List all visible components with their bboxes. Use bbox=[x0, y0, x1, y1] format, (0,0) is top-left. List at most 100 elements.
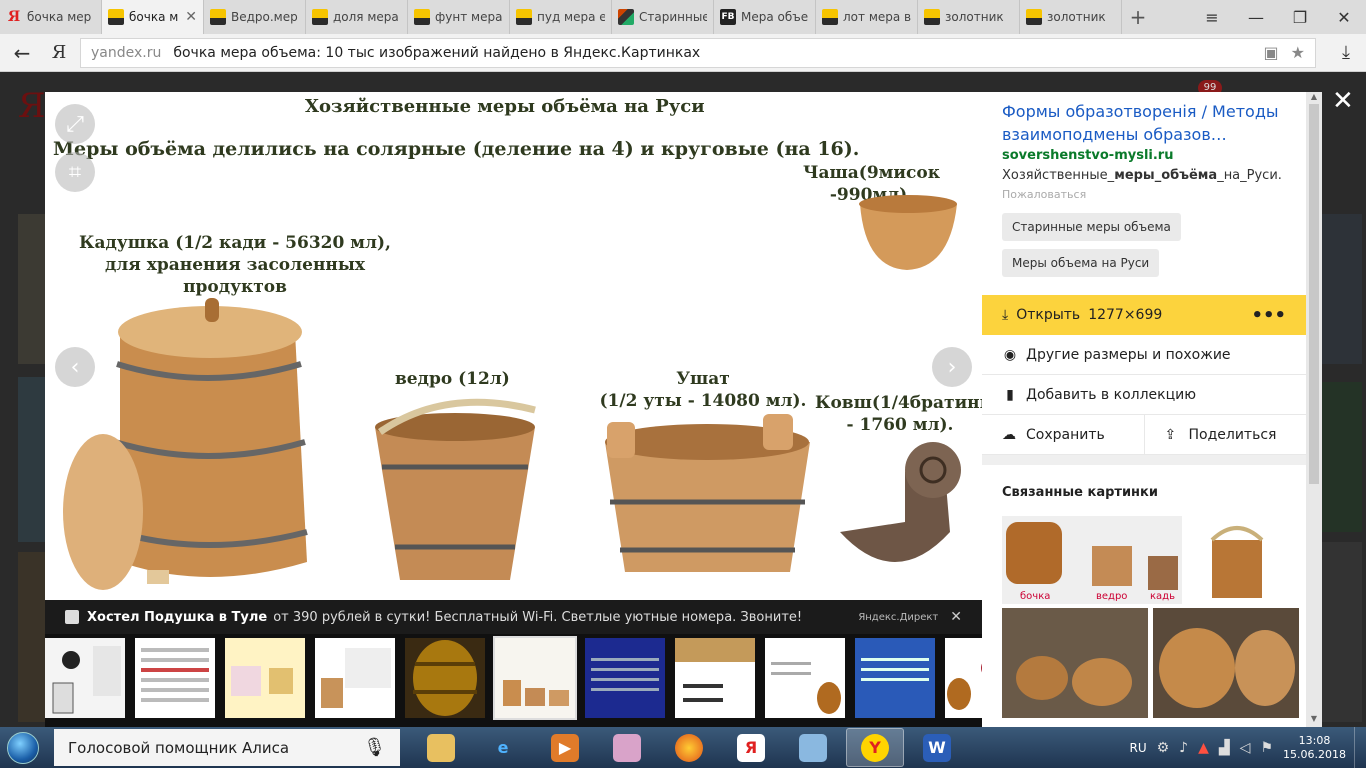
related-image[interactable]: бочка ведро кадь bbox=[1002, 516, 1182, 604]
scroll-up-icon[interactable]: ▲ bbox=[1306, 92, 1322, 101]
network-status-icon[interactable]: ⚙ bbox=[1157, 740, 1170, 756]
divider bbox=[982, 455, 1306, 465]
tab-5[interactable]: пуд мера е bbox=[510, 0, 612, 34]
yandex-logo-icon[interactable]: Я bbox=[44, 42, 74, 63]
thumbnail[interactable] bbox=[135, 638, 215, 718]
thumbnail-picture bbox=[675, 638, 755, 702]
thumbnail[interactable] bbox=[225, 638, 305, 718]
camera-search-icon: ◉ bbox=[1003, 346, 1017, 363]
complain-link[interactable]: Пожаловаться bbox=[1002, 188, 1086, 201]
tab-1[interactable]: бочка м ✕ bbox=[102, 0, 204, 34]
source-title-link[interactable]: Формы образотворенія / Методы взаимоподм… bbox=[1002, 100, 1292, 146]
ad-close-icon[interactable]: ✕ bbox=[950, 609, 962, 625]
image-title-text: Хозяйственные меры объёма на Руси bbox=[305, 96, 705, 117]
signal-icon[interactable]: ▟ bbox=[1219, 740, 1230, 756]
save-button[interactable]: ☁ Сохранить bbox=[982, 415, 1144, 454]
image-sidebar: Формы образотворенія / Методы взаимоподм… bbox=[982, 92, 1306, 727]
more-options-icon[interactable]: ••• bbox=[1251, 305, 1286, 326]
thumbnail[interactable] bbox=[405, 638, 485, 718]
minimize-icon[interactable]: — bbox=[1234, 0, 1278, 34]
bookmark-star-icon[interactable]: ★ bbox=[1291, 43, 1305, 62]
related-label: ведро bbox=[1096, 591, 1128, 602]
firefox-app[interactable] bbox=[660, 728, 718, 767]
close-tab-icon[interactable]: ✕ bbox=[185, 9, 197, 25]
restore-icon[interactable]: ❐ bbox=[1278, 0, 1322, 34]
thumbnail[interactable] bbox=[675, 638, 755, 718]
other-sizes-button[interactable]: ◉ Другие размеры и похожие bbox=[982, 335, 1306, 375]
explorer-app[interactable] bbox=[412, 728, 470, 767]
word-app[interactable]: W bbox=[908, 728, 966, 767]
caption-kovsh: Ковш(1/4братины - 1760 мл). bbox=[815, 393, 982, 435]
thumbnail[interactable] bbox=[765, 638, 845, 718]
tab-8[interactable]: лот мера в bbox=[816, 0, 918, 34]
tag-button[interactable]: Меры объема на Руси bbox=[1002, 249, 1160, 277]
tab-4[interactable]: фунт мера bbox=[408, 0, 510, 34]
main-image[interactable]: Хозяйственные меры объёма на Руси Меры о… bbox=[45, 92, 982, 600]
volume-icon[interactable]: ♪ bbox=[1179, 740, 1188, 756]
tag-button[interactable]: Старинные меры объема bbox=[1002, 213, 1181, 241]
show-desktop-button[interactable] bbox=[1354, 727, 1366, 768]
new-tab-icon[interactable]: + bbox=[1122, 0, 1154, 34]
tab-7[interactable]: FB Мера объе bbox=[714, 0, 816, 34]
speaker-icon[interactable]: ◁ bbox=[1240, 740, 1251, 756]
thumbnail-picture bbox=[321, 648, 391, 708]
yandex-app[interactable]: Я bbox=[722, 728, 780, 767]
ad-title[interactable]: Хостел Подушка в Туле bbox=[87, 610, 267, 625]
microphone-icon[interactable]: 🎙 bbox=[363, 737, 386, 758]
thumbnail[interactable] bbox=[315, 638, 395, 718]
back-arrow-icon[interactable]: ← bbox=[0, 41, 44, 65]
tab-10[interactable]: золотник bbox=[1020, 0, 1122, 34]
sidebar-scrollbar[interactable]: ▲ ▼ bbox=[1306, 92, 1322, 727]
close-viewer-icon[interactable]: ✕ bbox=[1332, 86, 1354, 116]
start-button[interactable] bbox=[0, 727, 46, 768]
paint-app[interactable] bbox=[598, 728, 656, 767]
thumbnail-current[interactable] bbox=[493, 636, 577, 720]
related-image[interactable] bbox=[1153, 608, 1299, 718]
thumbnail[interactable] bbox=[585, 638, 665, 718]
windows-logo-icon bbox=[7, 731, 39, 764]
fb-icon: FB bbox=[720, 9, 736, 25]
next-arrow-icon[interactable]: › bbox=[932, 347, 972, 387]
scroll-down-icon[interactable]: ▼ bbox=[1306, 714, 1322, 723]
media-app[interactable]: ▶ bbox=[536, 728, 594, 767]
scrollbar-thumb[interactable] bbox=[1309, 104, 1319, 484]
language-indicator[interactable]: RU bbox=[1129, 741, 1146, 755]
prev-arrow-icon[interactable]: ‹ bbox=[55, 347, 95, 387]
close-window-icon[interactable]: ✕ bbox=[1322, 0, 1366, 34]
fullscreen-icon[interactable]: ⤢ bbox=[55, 104, 95, 144]
url-field[interactable]: yandex.ru бочка мера объема: 10 тыс изоб… bbox=[80, 37, 1316, 68]
images-icon bbox=[924, 9, 940, 25]
thumbnail-picture bbox=[52, 646, 121, 714]
paint-icon bbox=[613, 733, 641, 762]
tab-0[interactable]: Ябочка мер bbox=[0, 0, 102, 34]
ie-app[interactable]: e bbox=[474, 728, 532, 767]
related-image-picture bbox=[1210, 526, 1264, 598]
flag-icon[interactable]: ⚑ bbox=[1260, 740, 1273, 756]
add-collection-button[interactable]: ▮ Добавить в коллекцию bbox=[982, 375, 1306, 415]
warning-icon[interactable]: ▲ bbox=[1198, 740, 1209, 756]
yandex-browser-icon: Я bbox=[737, 733, 765, 762]
download-icon[interactable]: ⤓ bbox=[1326, 42, 1366, 63]
thumbnail[interactable] bbox=[45, 638, 125, 718]
alice-search-box[interactable]: Голосовой помощник Алиса 🎙 bbox=[54, 729, 400, 766]
menu-icon[interactable]: ≡ bbox=[1190, 0, 1234, 34]
ad-banner[interactable]: Хостел Подушка в Туле от 390 рублей в су… bbox=[45, 600, 982, 634]
control-panel-app[interactable] bbox=[784, 728, 842, 767]
tab-9[interactable]: золотник bbox=[918, 0, 1020, 34]
share-button[interactable]: ⇪ Поделиться bbox=[1143, 415, 1307, 454]
tab-6[interactable]: Старинные bbox=[612, 0, 714, 34]
caption-kadushka: Кадушка (1/2 кади - 56320 мл), для хранен… bbox=[79, 233, 391, 297]
tab-3[interactable]: доля мера bbox=[306, 0, 408, 34]
ad-label[interactable]: Яндекс.Директ bbox=[858, 612, 938, 623]
tab-2[interactable]: Ведро.мер bbox=[204, 0, 306, 34]
thumbnail[interactable] bbox=[855, 638, 935, 718]
yandex-browser-active-app[interactable]: Y bbox=[846, 728, 904, 767]
protect-icon[interactable]: ▣ bbox=[1264, 43, 1279, 62]
crop-icon[interactable]: ⌗ bbox=[55, 152, 95, 192]
clock[interactable]: 13:08 15.06.2018 bbox=[1283, 734, 1346, 762]
related-image[interactable] bbox=[1002, 608, 1148, 718]
source-domain-link[interactable]: sovershenstvo-mysli.ru bbox=[1002, 148, 1173, 163]
related-image[interactable] bbox=[1192, 516, 1292, 604]
control-panel-icon bbox=[799, 733, 827, 762]
open-image-button[interactable]: ⤓ Открыть 1277×699 ••• bbox=[982, 295, 1306, 335]
